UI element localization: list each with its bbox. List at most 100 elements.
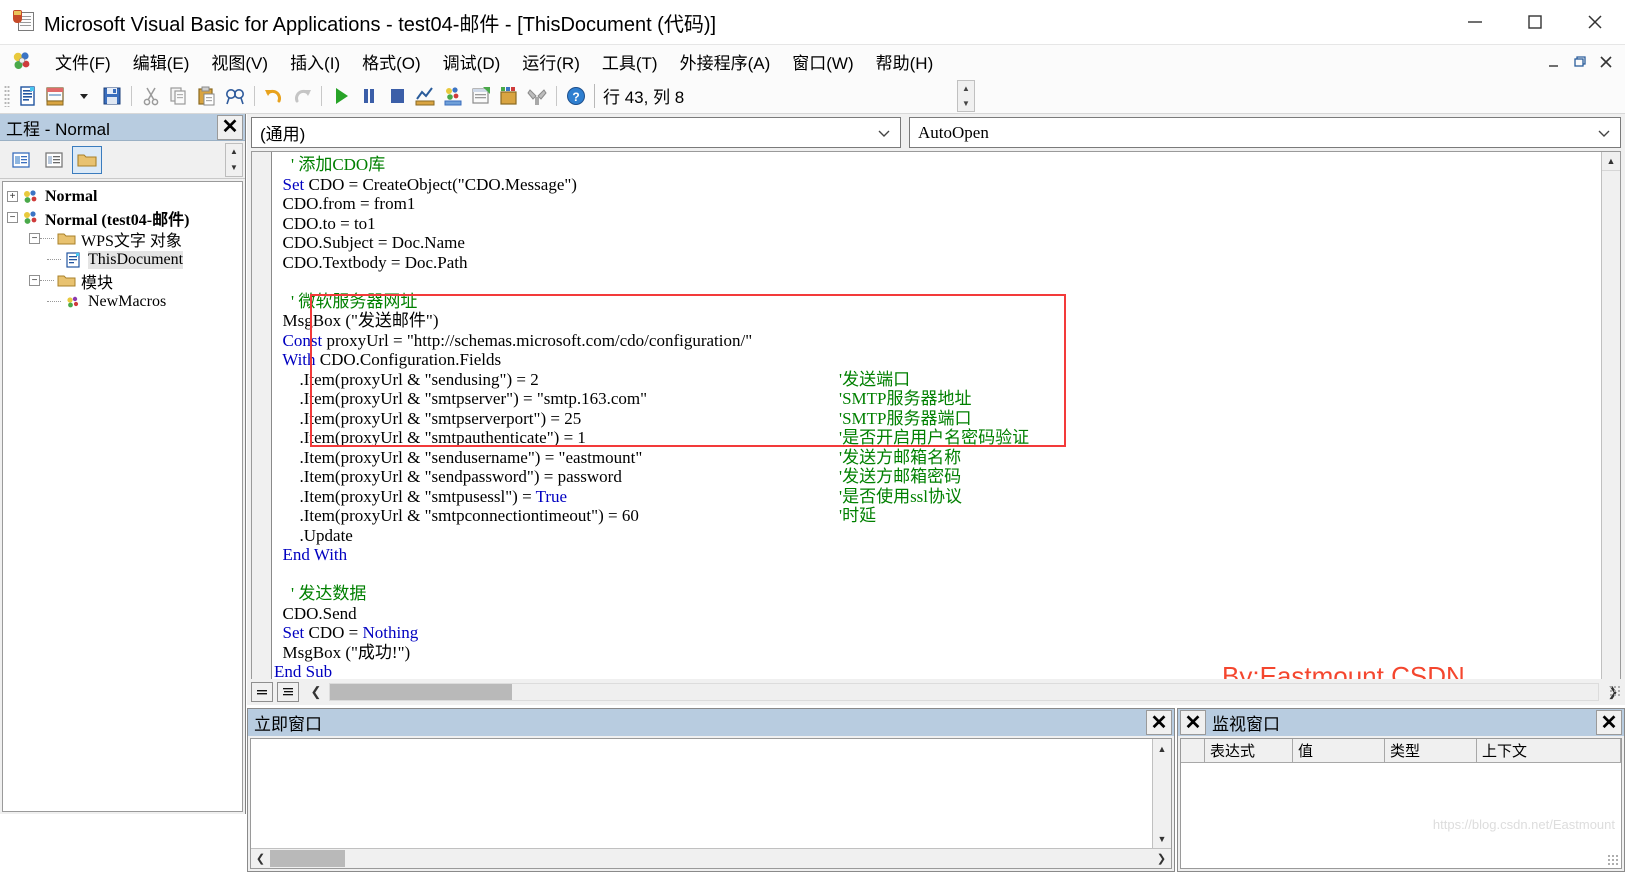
project-tree[interactable]: + Normal − Normal (test04-邮件) − WPS文字 对象… [2, 181, 243, 812]
code-line[interactable] [274, 272, 1600, 292]
restore-doc-icon[interactable] [1569, 51, 1591, 73]
dropdown-arrow-icon[interactable] [70, 82, 98, 110]
menu-insert[interactable]: 插入(I) [279, 47, 351, 76]
toolbar-scroll-up-arrow[interactable]: ▲ [958, 81, 974, 96]
expander-icon[interactable]: − [29, 233, 40, 244]
procedure-view-button[interactable] [251, 682, 273, 702]
code-line[interactable]: CDO.Send [274, 604, 1600, 624]
code-line[interactable]: .Item(proxyUrl & "smtpusessl") = True '是否… [274, 487, 1600, 507]
toggle-folders-button[interactable] [72, 145, 102, 174]
menu-debug[interactable]: 调试(D) [432, 47, 512, 76]
close-button[interactable] [1565, 0, 1625, 45]
code-line[interactable]: End With [274, 545, 1600, 565]
menu-file[interactable]: 文件(F) [44, 47, 122, 76]
object-browser-icon[interactable] [495, 82, 523, 110]
project-toolbar-scroll[interactable]: ▲ ▼ [225, 142, 243, 177]
scroll-track[interactable] [1602, 171, 1620, 681]
project-scroll-down-arrow[interactable]: ▼ [226, 160, 242, 176]
immediate-window-content[interactable]: ▲ ▼ ❮ ❯ [250, 738, 1172, 869]
view-code-button[interactable] [6, 146, 36, 174]
help-icon[interactable]: ? [562, 82, 590, 110]
watch-col-expression[interactable]: 表达式 [1205, 739, 1293, 762]
code-line[interactable]: CDO.to = to1 [274, 214, 1600, 234]
menu-tools[interactable]: 工具(T) [591, 47, 669, 76]
expander-icon[interactable]: − [7, 212, 18, 223]
menu-window[interactable]: 窗口(W) [781, 47, 864, 76]
code-line[interactable]: .Item(proxyUrl & "sendusername") = "east… [274, 448, 1600, 468]
expander-icon[interactable]: + [7, 191, 18, 202]
menu-format[interactable]: 格式(O) [351, 47, 432, 76]
scroll-right-arrow[interactable]: ❯ [1152, 852, 1171, 865]
code-vertical-scrollbar[interactable]: ▲ ▼ [1601, 152, 1620, 700]
expander-icon[interactable]: − [29, 275, 40, 286]
tree-item-newmacros[interactable]: NewMacros [3, 291, 242, 312]
code-line[interactable]: .Item(proxyUrl & "sendpassword") = passw… [274, 467, 1600, 487]
watch-window-close-button-left[interactable]: ✕ [1180, 710, 1206, 735]
code-line[interactable]: ' 添加CDO库 [274, 155, 1600, 175]
watch-window-content[interactable]: 表达式 值 类型 上下文 https://blog.csdn.net/Eastm… [1180, 738, 1622, 869]
resize-grip[interactable] [1609, 685, 1621, 697]
cut-icon[interactable] [137, 82, 165, 110]
undo-icon[interactable] [260, 82, 288, 110]
tree-item-normal-test04[interactable]: − Normal (test04-邮件) [3, 207, 242, 229]
code-line[interactable]: .Item(proxyUrl & "sendusing") = 2 '发送端口 [274, 370, 1600, 390]
code-line[interactable]: CDO.Subject = Doc.Name [274, 233, 1600, 253]
code-line[interactable]: .Update [274, 526, 1600, 546]
watch-window-titlebar[interactable]: ✕ 监视窗口 ✕ [1178, 709, 1624, 736]
project-explorer-titlebar[interactable]: 工程 - Normal ✕ [0, 114, 245, 141]
watch-window-close-button-right[interactable]: ✕ [1596, 710, 1622, 735]
code-margin-indicator-bar[interactable] [252, 152, 272, 700]
close-doc-icon[interactable] [1595, 51, 1617, 73]
tree-item-thisdocument[interactable]: ThisDocument [3, 249, 242, 270]
tree-item-modules[interactable]: − 模块 [3, 270, 242, 292]
break-icon[interactable] [355, 82, 383, 110]
menu-edit[interactable]: 编辑(E) [122, 47, 201, 76]
scroll-track[interactable] [1153, 758, 1171, 829]
code-line[interactable]: CDO.Textbody = Doc.Path [274, 253, 1600, 273]
code-line[interactable]: Set CDO = Nothing [274, 623, 1600, 643]
scroll-left-arrow[interactable]: ❮ [251, 852, 270, 865]
view-code-icon[interactable] [14, 82, 42, 110]
run-icon[interactable] [327, 82, 355, 110]
code-line[interactable]: MsgBox ("发送邮件") [274, 311, 1600, 331]
code-line[interactable]: With CDO.Configuration.Fields [274, 350, 1600, 370]
immediate-vertical-scrollbar[interactable]: ▲ ▼ [1152, 739, 1171, 848]
immediate-window-titlebar[interactable]: 立即窗口 ✕ [248, 709, 1174, 736]
toolbar-overflow-scroll[interactable]: ▲ ▼ [957, 80, 975, 112]
code-line[interactable]: MsgBox ("成功!") [274, 643, 1600, 663]
scroll-up-arrow[interactable]: ▲ [1153, 739, 1171, 758]
scroll-up-arrow[interactable]: ▲ [1602, 152, 1620, 171]
watch-col-type[interactable]: 类型 [1385, 739, 1477, 762]
toolbar-scroll-down-arrow[interactable]: ▼ [958, 96, 974, 111]
menu-help[interactable]: 帮助(H) [865, 47, 945, 76]
code-line[interactable]: ' 发达数据 [274, 584, 1600, 604]
minimize-doc-icon[interactable] [1543, 51, 1565, 73]
procedure-dropdown[interactable]: AutoOpen [909, 117, 1621, 148]
watch-col-context[interactable]: 上下文 [1477, 739, 1621, 762]
project-explorer-icon[interactable] [439, 82, 467, 110]
object-dropdown[interactable]: (通用) [251, 117, 901, 148]
menu-view[interactable]: 视图(V) [200, 47, 279, 76]
scroll-down-arrow[interactable]: ▼ [1153, 829, 1171, 848]
reset-icon[interactable] [383, 82, 411, 110]
project-scroll-up-arrow[interactable]: ▲ [226, 144, 242, 160]
code-text-area[interactable]: ' 添加CDO库 Set CDO = CreateObject("CDO.Mes… [251, 151, 1621, 701]
code-line[interactable]: .Item(proxyUrl & "smtpconnectiontimeout"… [274, 506, 1600, 526]
toolbox-icon[interactable] [523, 82, 551, 110]
design-toggle-icon[interactable] [411, 82, 439, 110]
code-line[interactable]: .Item(proxyUrl & "smtpauthenticate") = 1… [274, 428, 1600, 448]
hscroll-thumb[interactable] [270, 850, 345, 867]
find-icon[interactable] [221, 82, 249, 110]
hscroll-left-arrow[interactable]: ❮ [305, 684, 327, 700]
immediate-window-close-button[interactable]: ✕ [1146, 710, 1172, 735]
menu-run[interactable]: 运行(R) [511, 47, 591, 76]
code-line[interactable] [274, 565, 1600, 585]
minimize-button[interactable] [1445, 0, 1505, 45]
full-module-view-button[interactable] [277, 682, 299, 702]
code-line[interactable]: .Item(proxyUrl & "smtpserverport") = 25 '… [274, 409, 1600, 429]
copy-icon[interactable] [165, 82, 193, 110]
tree-item-wps-objects[interactable]: − WPS文字 对象 [3, 228, 242, 250]
project-explorer-close-button[interactable]: ✕ [217, 114, 243, 140]
properties-window-icon[interactable] [467, 82, 495, 110]
design-mode-icon[interactable] [42, 82, 70, 110]
